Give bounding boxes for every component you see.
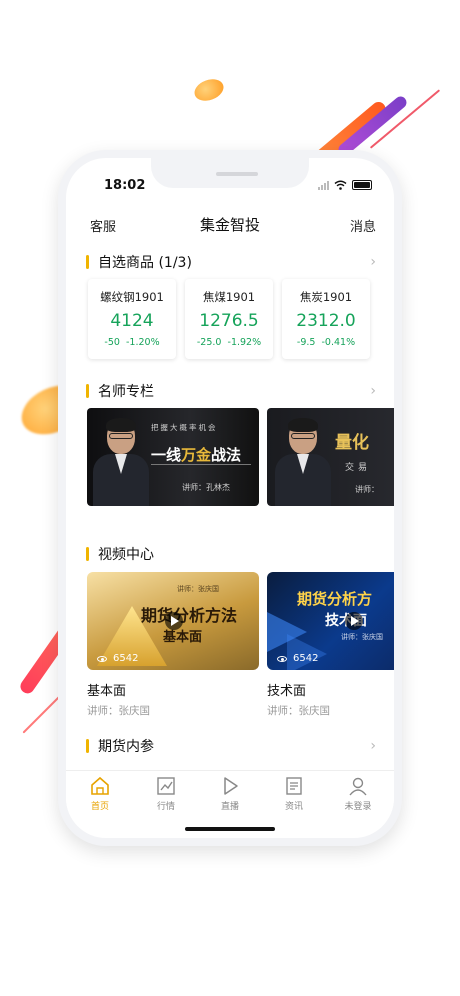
status-time: 18:02 xyxy=(104,178,146,193)
poster-title: 期货分析方 xyxy=(297,590,373,608)
teacher-photo xyxy=(275,418,331,506)
app-title: 集金智投 xyxy=(199,216,260,234)
banner-teacher: 讲师： xyxy=(355,485,379,494)
phone-screen: 18:02 客服 集金智投 消息 自选商品 (1/3) › 螺纹钢1901 41… xyxy=(66,158,394,838)
futures-title: 期货内参 xyxy=(98,739,154,755)
teacher-photo xyxy=(93,418,149,506)
banner-subtitle: 交易 xyxy=(345,463,372,473)
video-item-teacher: 讲师：张庆国 xyxy=(267,705,330,717)
app-showcase: 18:02 客服 集金智投 消息 自选商品 (1/3) › 螺纹钢1901 41… xyxy=(0,0,460,996)
home-indicator xyxy=(185,827,275,831)
quote-change: -25.0 -1.92% xyxy=(196,337,262,348)
quote-price: 1276.5 xyxy=(199,311,259,331)
video-thumbnail[interactable]: 期货分析方 技术面 讲师：张庆国 6542 xyxy=(267,572,394,670)
video-header[interactable]: 视频中心 xyxy=(86,544,376,564)
top-nav: 客服 集金智投 消息 xyxy=(66,212,394,240)
chart-icon xyxy=(155,775,177,797)
video-item-title[interactable]: 技术面 xyxy=(267,680,306,699)
quote-change: -9.5 -0.41% xyxy=(296,337,356,348)
quote-price: 4124 xyxy=(110,311,154,331)
document-icon xyxy=(283,775,305,797)
decor-triangle xyxy=(287,634,327,670)
view-count: 6542 xyxy=(277,653,318,664)
column-banner[interactable]: 把握大概率机会 一线万金战法 讲师：孔林杰 xyxy=(87,408,259,506)
futures-header[interactable]: 期货内参 › xyxy=(86,736,376,756)
section-accent-bar xyxy=(86,739,89,753)
quote-name: 螺纹钢1901 xyxy=(100,290,164,304)
section-accent-bar xyxy=(86,255,89,269)
signal-icon xyxy=(318,180,329,190)
user-icon xyxy=(347,775,369,797)
columns-header[interactable]: 名师专栏 › xyxy=(86,381,376,401)
banner-teacher: 讲师：孔林杰 xyxy=(182,483,230,492)
poster-teacher: 讲师：张庆国 xyxy=(341,633,383,641)
tab-news[interactable]: 资讯 xyxy=(264,775,324,812)
section-accent-bar xyxy=(86,547,89,561)
view-count: 6542 xyxy=(97,653,138,664)
chevron-right-icon[interactable]: › xyxy=(370,738,376,754)
section-accent-bar xyxy=(86,384,89,398)
quote-name: 焦煤1901 xyxy=(202,290,256,304)
banner-title: 量化 xyxy=(335,433,369,453)
quote-card[interactable]: 焦炭1901 2312.0 -9.5 -0.41% xyxy=(282,279,370,359)
column-banner[interactable]: 量化 交易 讲师： xyxy=(267,408,394,506)
quote-price: 2312.0 xyxy=(296,311,356,331)
columns-title: 名师专栏 xyxy=(98,384,154,400)
quote-change: -50 -1.20% xyxy=(104,337,160,348)
decor-blob-small xyxy=(191,75,227,105)
play-icon[interactable] xyxy=(345,612,363,630)
banner-tagline: 把握大概率机会 xyxy=(151,423,218,432)
wifi-icon xyxy=(334,180,347,190)
video-thumbnail[interactable]: 讲师：张庆国 期货分析方法 基本面 6542 xyxy=(87,572,259,670)
chevron-right-icon[interactable]: › xyxy=(370,383,376,399)
messages-button[interactable]: 消息 xyxy=(350,216,376,235)
video-item-teacher: 讲师：张庆国 xyxy=(87,705,150,717)
poster-title: 期货分析方法 xyxy=(141,606,238,625)
tab-market[interactable]: 行情 xyxy=(136,775,196,812)
quote-name: 焦炭1901 xyxy=(299,290,353,304)
speaker-grille xyxy=(216,172,258,176)
home-icon xyxy=(89,775,111,797)
watchlist-title: 自选商品 (1/3) xyxy=(98,255,192,271)
phone-frame: 18:02 客服 集金智投 消息 自选商品 (1/3) › 螺纹钢1901 41… xyxy=(58,150,402,846)
play-icon xyxy=(219,775,241,797)
poster-teacher: 讲师：张庆国 xyxy=(177,585,219,593)
tab-live[interactable]: 直播 xyxy=(200,775,260,812)
quote-card[interactable]: 焦煤1901 1276.5 -25.0 -1.92% xyxy=(185,279,273,359)
eye-icon xyxy=(97,655,107,662)
banner-divider xyxy=(151,464,251,465)
battery-icon xyxy=(352,180,372,190)
status-icons xyxy=(318,180,372,190)
video-item-title[interactable]: 基本面 xyxy=(87,680,126,699)
watchlist-header[interactable]: 自选商品 (1/3) › xyxy=(86,252,376,272)
tab-bar: 首页 行情 直播 资讯 未登录 xyxy=(66,770,394,818)
video-title: 视频中心 xyxy=(98,547,154,563)
watchlist-cards: 螺纹钢1901 4124 -50 -1.20% 焦煤1901 1276.5 -2… xyxy=(88,279,394,361)
play-icon[interactable] xyxy=(165,612,183,630)
tab-account[interactable]: 未登录 xyxy=(328,775,388,812)
chevron-right-icon[interactable]: › xyxy=(370,254,376,270)
banner-title: 一线万金战法 xyxy=(151,446,242,464)
tab-home[interactable]: 首页 xyxy=(70,775,130,812)
eye-icon xyxy=(277,655,287,662)
quote-card[interactable]: 螺纹钢1901 4124 -50 -1.20% xyxy=(88,279,176,359)
